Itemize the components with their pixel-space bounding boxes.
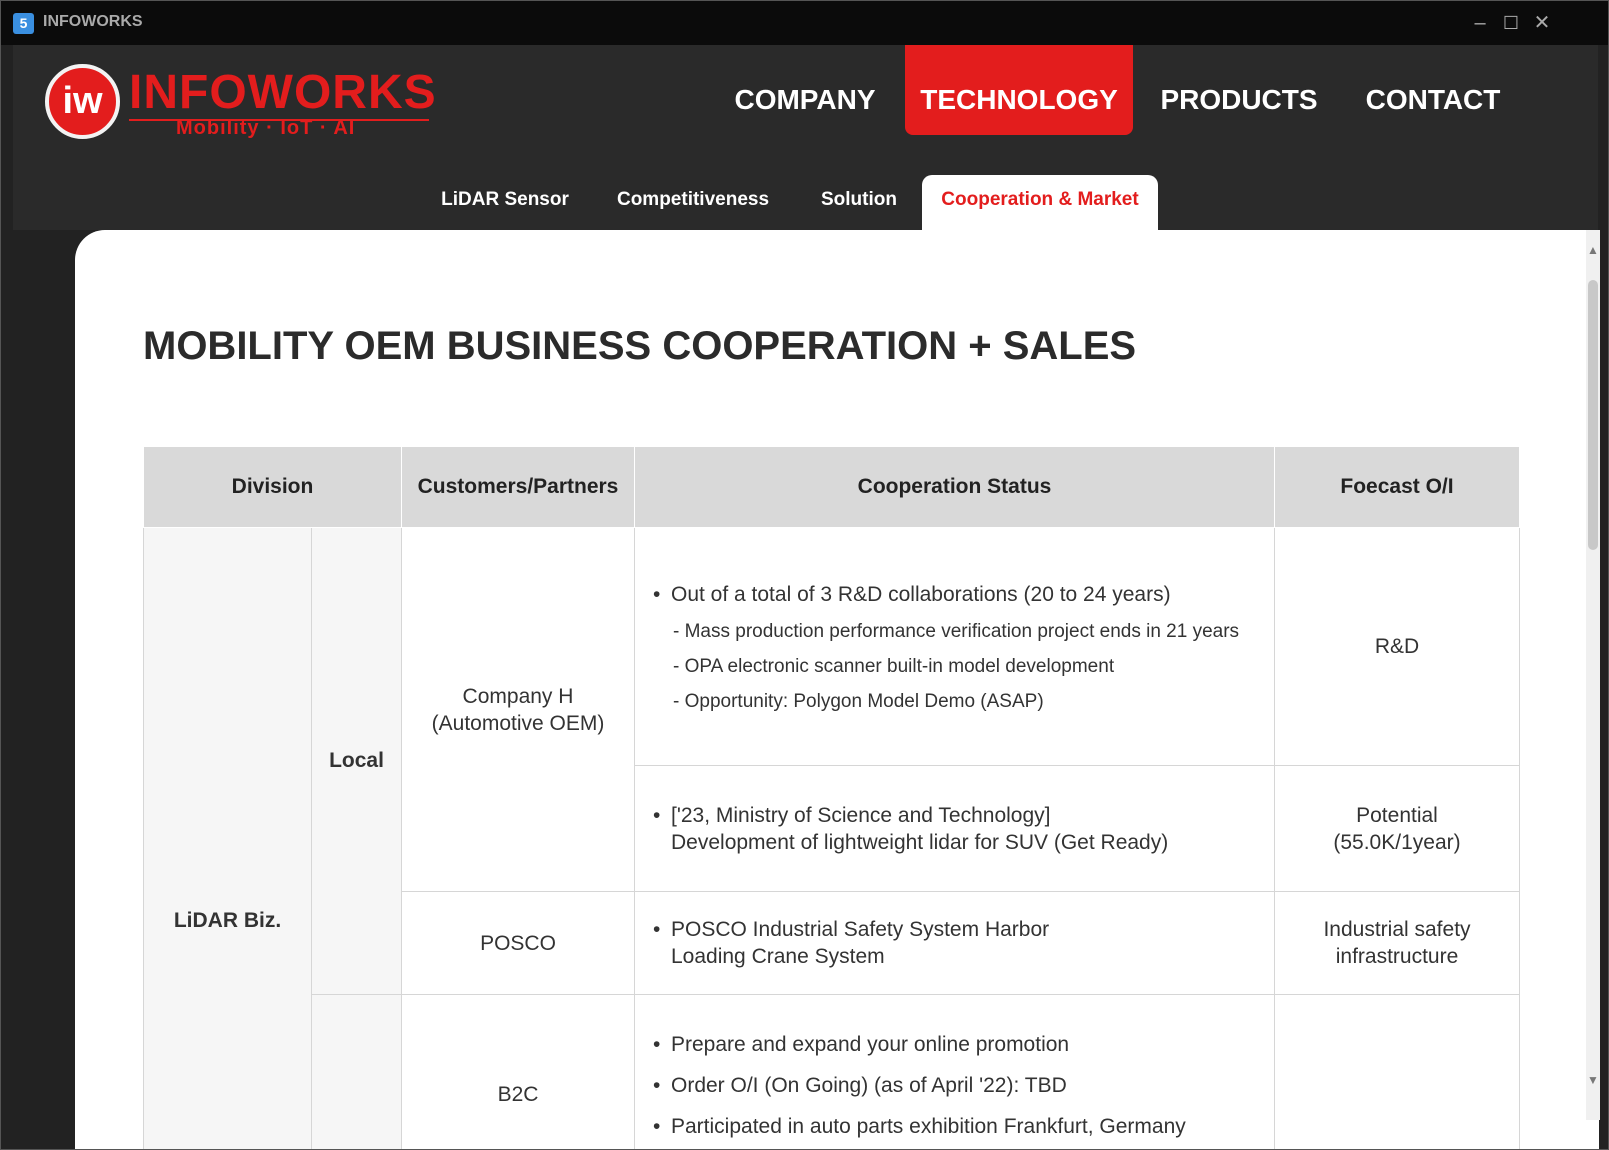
table-row: LiDAR Biz. Local Company H (Automotive O… (143, 527, 1520, 1149)
status-subline: - OPA electronic scanner built-in model … (673, 655, 1115, 677)
minimize-icon[interactable]: – (1466, 9, 1494, 37)
subnav-solution[interactable]: Solution (801, 175, 917, 230)
status-subline: - Opportunity: Polygon Model Demo (ASAP) (673, 690, 1044, 712)
forecast-cell (1274, 994, 1520, 1149)
header-customers: Customers/Partners (401, 447, 635, 528)
logo-name[interactable]: INFOWORKS (129, 65, 437, 120)
status-bullet: ['23, Ministry of Science and Technology… (653, 802, 1259, 856)
customer-cell: Company H (Automotive OEM) (401, 527, 635, 892)
table-header-row: Division Customers/Partners Cooperation … (143, 447, 1520, 528)
status-subline: - Mass production performance verificati… (673, 620, 1240, 642)
status-line: POSCO Industrial Safety System Harbor (671, 918, 1050, 941)
status-cell: POSCO Industrial Safety System Harbor Lo… (634, 891, 1275, 995)
subnav-lidar-sensor[interactable]: LiDAR Sensor (427, 175, 583, 230)
nav-technology[interactable]: TECHNOLOGY (905, 45, 1133, 135)
forecast-cell: Potential (55.0K/1year) (1274, 765, 1520, 892)
scrollbar-thumb[interactable] (1588, 280, 1598, 550)
nav-contact[interactable]: CONTACT (1353, 45, 1513, 135)
customer-type: (Automotive OEM) (431, 711, 605, 735)
logo-tagline: Mobility · IoT · AI (176, 117, 356, 139)
scroll-down-icon[interactable]: ▼ (1586, 1070, 1600, 1090)
header-division: Division (143, 447, 402, 528)
customer-cell: B2C (401, 994, 635, 1149)
nav-company[interactable]: COMPANY (721, 45, 889, 135)
status-bullet: Participated in auto parts exhibition Fr… (653, 1113, 1259, 1140)
table-row: B2C Prepare and expand your online promo… (144, 994, 1520, 1149)
maximize-icon[interactable]: ☐ (1497, 9, 1525, 37)
forecast-text: R&D (1374, 635, 1420, 658)
site-header: iw INFOWORKS Mobility · IoT · AI COMPANY… (13, 45, 1598, 230)
status-cell: Prepare and expand your online promotion… (634, 994, 1275, 1149)
app-window: 5 INFOWORKS – ☐ ✕ iw INFOWORKS Mobility … (0, 0, 1609, 1150)
close-icon[interactable]: ✕ (1528, 9, 1556, 37)
customer-name: POSCO (480, 931, 556, 955)
status-cell: Out of a total of 3 R&D collaborations (… (634, 527, 1275, 766)
customer-name: Company H (462, 684, 574, 708)
status-bullet: Order O/I (On Going) (as of April '22): … (653, 1072, 1259, 1099)
status-line: Loading Crane System (671, 945, 885, 968)
status-line: Development of lightweight lidar for SUV… (671, 830, 1169, 854)
header-forecast: Foecast O/I (1274, 447, 1520, 528)
page-title: MOBILITY OEM BUSINESS COOPERATION + SALE… (143, 324, 1137, 368)
logo-mark[interactable]: iw (45, 64, 120, 139)
status-bullet: Out of a total of 3 R&D collaborations (… (653, 581, 1259, 608)
region-cell (311, 994, 402, 1149)
window-title: INFOWORKS (43, 13, 143, 30)
forecast-cell: R&D (1274, 527, 1520, 766)
status-cell: ['23, Ministry of Science and Technology… (634, 765, 1275, 892)
vertical-scrollbar[interactable]: ▲ ▼ (1586, 230, 1600, 1120)
cooperation-table: Division Customers/Partners Cooperation … (143, 447, 1520, 1149)
html5-icon: 5 (13, 13, 34, 34)
customer-name: B2C (497, 1083, 539, 1106)
forecast-text: Potential (1356, 803, 1438, 827)
status-line: ['23, Ministry of Science and Technology… (671, 803, 1051, 827)
nav-products[interactable]: PRODUCTS (1155, 45, 1323, 135)
subnav-competitiveness[interactable]: Competitiveness (599, 175, 787, 230)
forecast-cell: Industrial safety infrastructure (1274, 891, 1520, 995)
scroll-up-icon[interactable]: ▲ (1586, 240, 1600, 260)
division-cell: LiDAR Biz. (143, 527, 312, 1149)
status-bullet: POSCO Industrial Safety System Harbor Lo… (653, 916, 1259, 970)
content-panel: MOBILITY OEM BUSINESS COOPERATION + SALE… (75, 230, 1599, 1149)
header-status: Cooperation Status (634, 447, 1275, 528)
forecast-text: (55.0K/1year) (1333, 830, 1461, 854)
subnav-cooperation-market[interactable]: Cooperation & Market (922, 175, 1158, 230)
customer-cell: POSCO (401, 891, 635, 995)
forecast-text: infrastructure (1335, 945, 1459, 968)
status-bullet: Prepare and expand your online promotion (653, 1031, 1259, 1058)
forecast-text: Industrial safety (1323, 918, 1471, 941)
title-bar: 5 INFOWORKS – ☐ ✕ (1, 1, 1608, 45)
region-cell: Local (311, 527, 402, 995)
